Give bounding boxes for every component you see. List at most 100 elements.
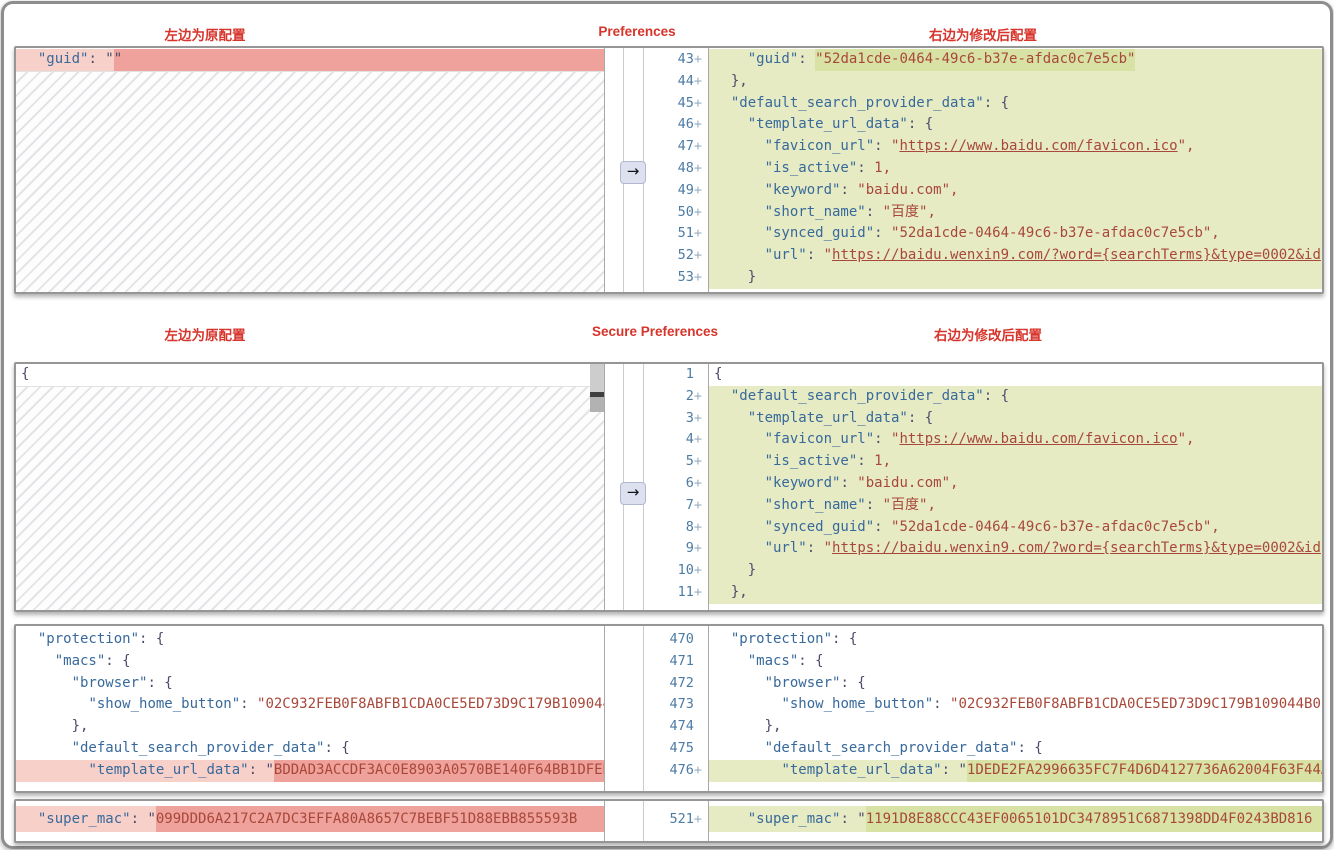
added-line-marker: +: [694, 138, 702, 154]
code-segment: [714, 386, 731, 408]
code-segment: https://baidu.wenxin9.com/?word={searchT…: [832, 245, 1321, 267]
code-segment: "default_search_provider_data": [72, 738, 325, 760]
original-code-pane[interactable]: "protection": { "macs": { "browser": { "…: [16, 626, 605, 791]
original-code-pane[interactable]: {: [16, 364, 605, 610]
code-segment: :: [240, 694, 257, 716]
code-segment: [21, 651, 55, 673]
added-line-marker: [694, 718, 702, 734]
code-segment: :: [866, 202, 883, 224]
code-segment: {: [714, 364, 722, 386]
code-segment: 1,: [874, 451, 891, 473]
code-line: "template_url_data": {: [709, 114, 1322, 136]
added-line-marker: +: [694, 410, 702, 426]
added-line-marker: +: [694, 247, 702, 263]
code-segment: },: [714, 582, 748, 604]
modified-code-pane[interactable]: "guid": "52da1cde-0464-49c6-b37e-afdac0c…: [708, 48, 1322, 292]
line-number-value: 475: [669, 740, 693, 756]
added-line-marker: +: [694, 51, 702, 67]
code-line: "super_mac": "099DDD6A217C2A7DC3EFFA80A8…: [16, 806, 604, 832]
code-segment: :: [131, 806, 148, 832]
code-segment: :: [874, 136, 891, 158]
merge-right-arrow-button[interactable]: →: [620, 482, 646, 505]
code-segment: ": [891, 136, 899, 158]
code-segment: "baidu.com",: [857, 180, 958, 202]
file-title-secure-preferences: Secure Preferences: [592, 324, 718, 339]
code-segment: "favicon_url": [765, 429, 875, 451]
code-line: "default_search_provider_data": {: [709, 738, 1322, 760]
code-segment: "keyword": [765, 473, 841, 495]
code-segment: "default_search_provider_data": [731, 93, 984, 115]
line-number-value: 8: [686, 519, 694, 535]
line-number-value: 5: [686, 453, 694, 469]
code-segment: [714, 473, 765, 495]
code-segment: [21, 629, 38, 651]
vertical-scrollbar-thumb[interactable]: [590, 364, 604, 412]
original-code-pane[interactable]: "super_mac": "099DDD6A217C2A7DC3EFFA80A8…: [16, 801, 605, 841]
code-line: "template_url_data": "BDDAD3ACCDF3AC0E89…: [16, 760, 604, 782]
line-number-value: 50: [678, 204, 694, 220]
code-segment: "52da1cde-0464-49c6-b37e-afdac0c7e5cb",: [891, 223, 1220, 245]
code-line: "macs": {: [709, 651, 1322, 673]
code-segment: [714, 158, 765, 180]
code-segment: 1DEDE2FA2996635FC7F4D6D4127736A62004F63F…: [967, 760, 1322, 782]
modified-code-pane[interactable]: "super_mac": "1191D8E88CCC43EF0065101DC3…: [708, 801, 1322, 841]
code-segment: [714, 429, 765, 451]
code-line: },: [709, 716, 1322, 738]
code-segment: [714, 202, 765, 224]
code-segment: "baidu.com",: [857, 473, 958, 495]
added-line-marker: +: [694, 475, 702, 491]
code-line: "super_mac": "1191D8E88CCC43EF0065101DC3…: [709, 806, 1322, 832]
code-line: "show_home_button": "02C932FEB0F8ABFB1CD…: [16, 694, 604, 716]
right-file-caption: 右边为修改后配置: [929, 24, 1037, 44]
code-segment: : {: [147, 673, 172, 695]
code-line: "default_search_provider_data": {: [709, 386, 1322, 408]
absent-lines-hatch: [16, 386, 604, 610]
code-segment: "url": [765, 538, 807, 560]
line-number: 470: [669, 629, 702, 651]
code-segment: ": [147, 806, 155, 832]
added-line-marker: [694, 631, 702, 647]
line-number-value: 48: [678, 160, 694, 176]
code-segment: : {: [984, 386, 1009, 408]
modified-code-pane[interactable]: { "default_search_provider_data": { "tem…: [708, 364, 1322, 610]
code-line: "guid": "": [16, 49, 604, 71]
line-number-value: 51: [678, 225, 694, 241]
code-segment: :: [840, 473, 857, 495]
code-segment: "browser": [72, 673, 148, 695]
merge-right-arrow-button[interactable]: →: [620, 161, 646, 184]
code-segment: ": [265, 760, 273, 782]
code-segment: "browser": [765, 673, 841, 695]
code-line: "macs": {: [16, 651, 604, 673]
code-segment: :: [857, 158, 874, 180]
code-line: "browser": {: [709, 673, 1322, 695]
code-segment: : {: [105, 651, 130, 673]
added-line-marker: +: [694, 431, 702, 447]
code-segment: "keyword": [765, 180, 841, 202]
added-line-marker: [694, 653, 702, 669]
code-segment: ",: [1178, 429, 1195, 451]
code-segment: :: [857, 451, 874, 473]
code-segment: [21, 738, 72, 760]
code-segment: [714, 136, 765, 158]
code-segment: :: [942, 760, 959, 782]
diff-panel-super-mac: "super_mac": "099DDD6A217C2A7DC3EFFA80A8…: [14, 799, 1324, 843]
line-number-value: 9: [686, 540, 694, 556]
code-line: "browser": {: [16, 673, 604, 695]
code-segment: [714, 538, 765, 560]
code-segment: ": [891, 429, 899, 451]
code-line: "short_name": "百度",: [709, 202, 1322, 224]
code-segment: :: [249, 760, 266, 782]
modified-code-pane[interactable]: "protection": { "macs": { "browser": { "…: [708, 626, 1322, 791]
original-code-pane[interactable]: "guid": "": [16, 48, 605, 292]
line-number: 2+: [686, 386, 702, 408]
line-number-value: 4: [686, 431, 694, 447]
line-number-value: 470: [669, 631, 693, 647]
code-segment: : {: [832, 629, 857, 651]
code-segment: "template_url_data": [781, 760, 941, 782]
code-segment: "macs": [55, 651, 106, 673]
code-line: "is_active": 1,: [709, 451, 1322, 473]
code-line: "url": "https://baidu.wenxin9.com/?word=…: [709, 245, 1322, 267]
file-title-preferences: Preferences: [598, 24, 675, 39]
line-number-column: 1 2+3+4+5+6+7+8+9+10+11+: [644, 364, 708, 610]
code-line: "short_name": "百度",: [709, 495, 1322, 517]
